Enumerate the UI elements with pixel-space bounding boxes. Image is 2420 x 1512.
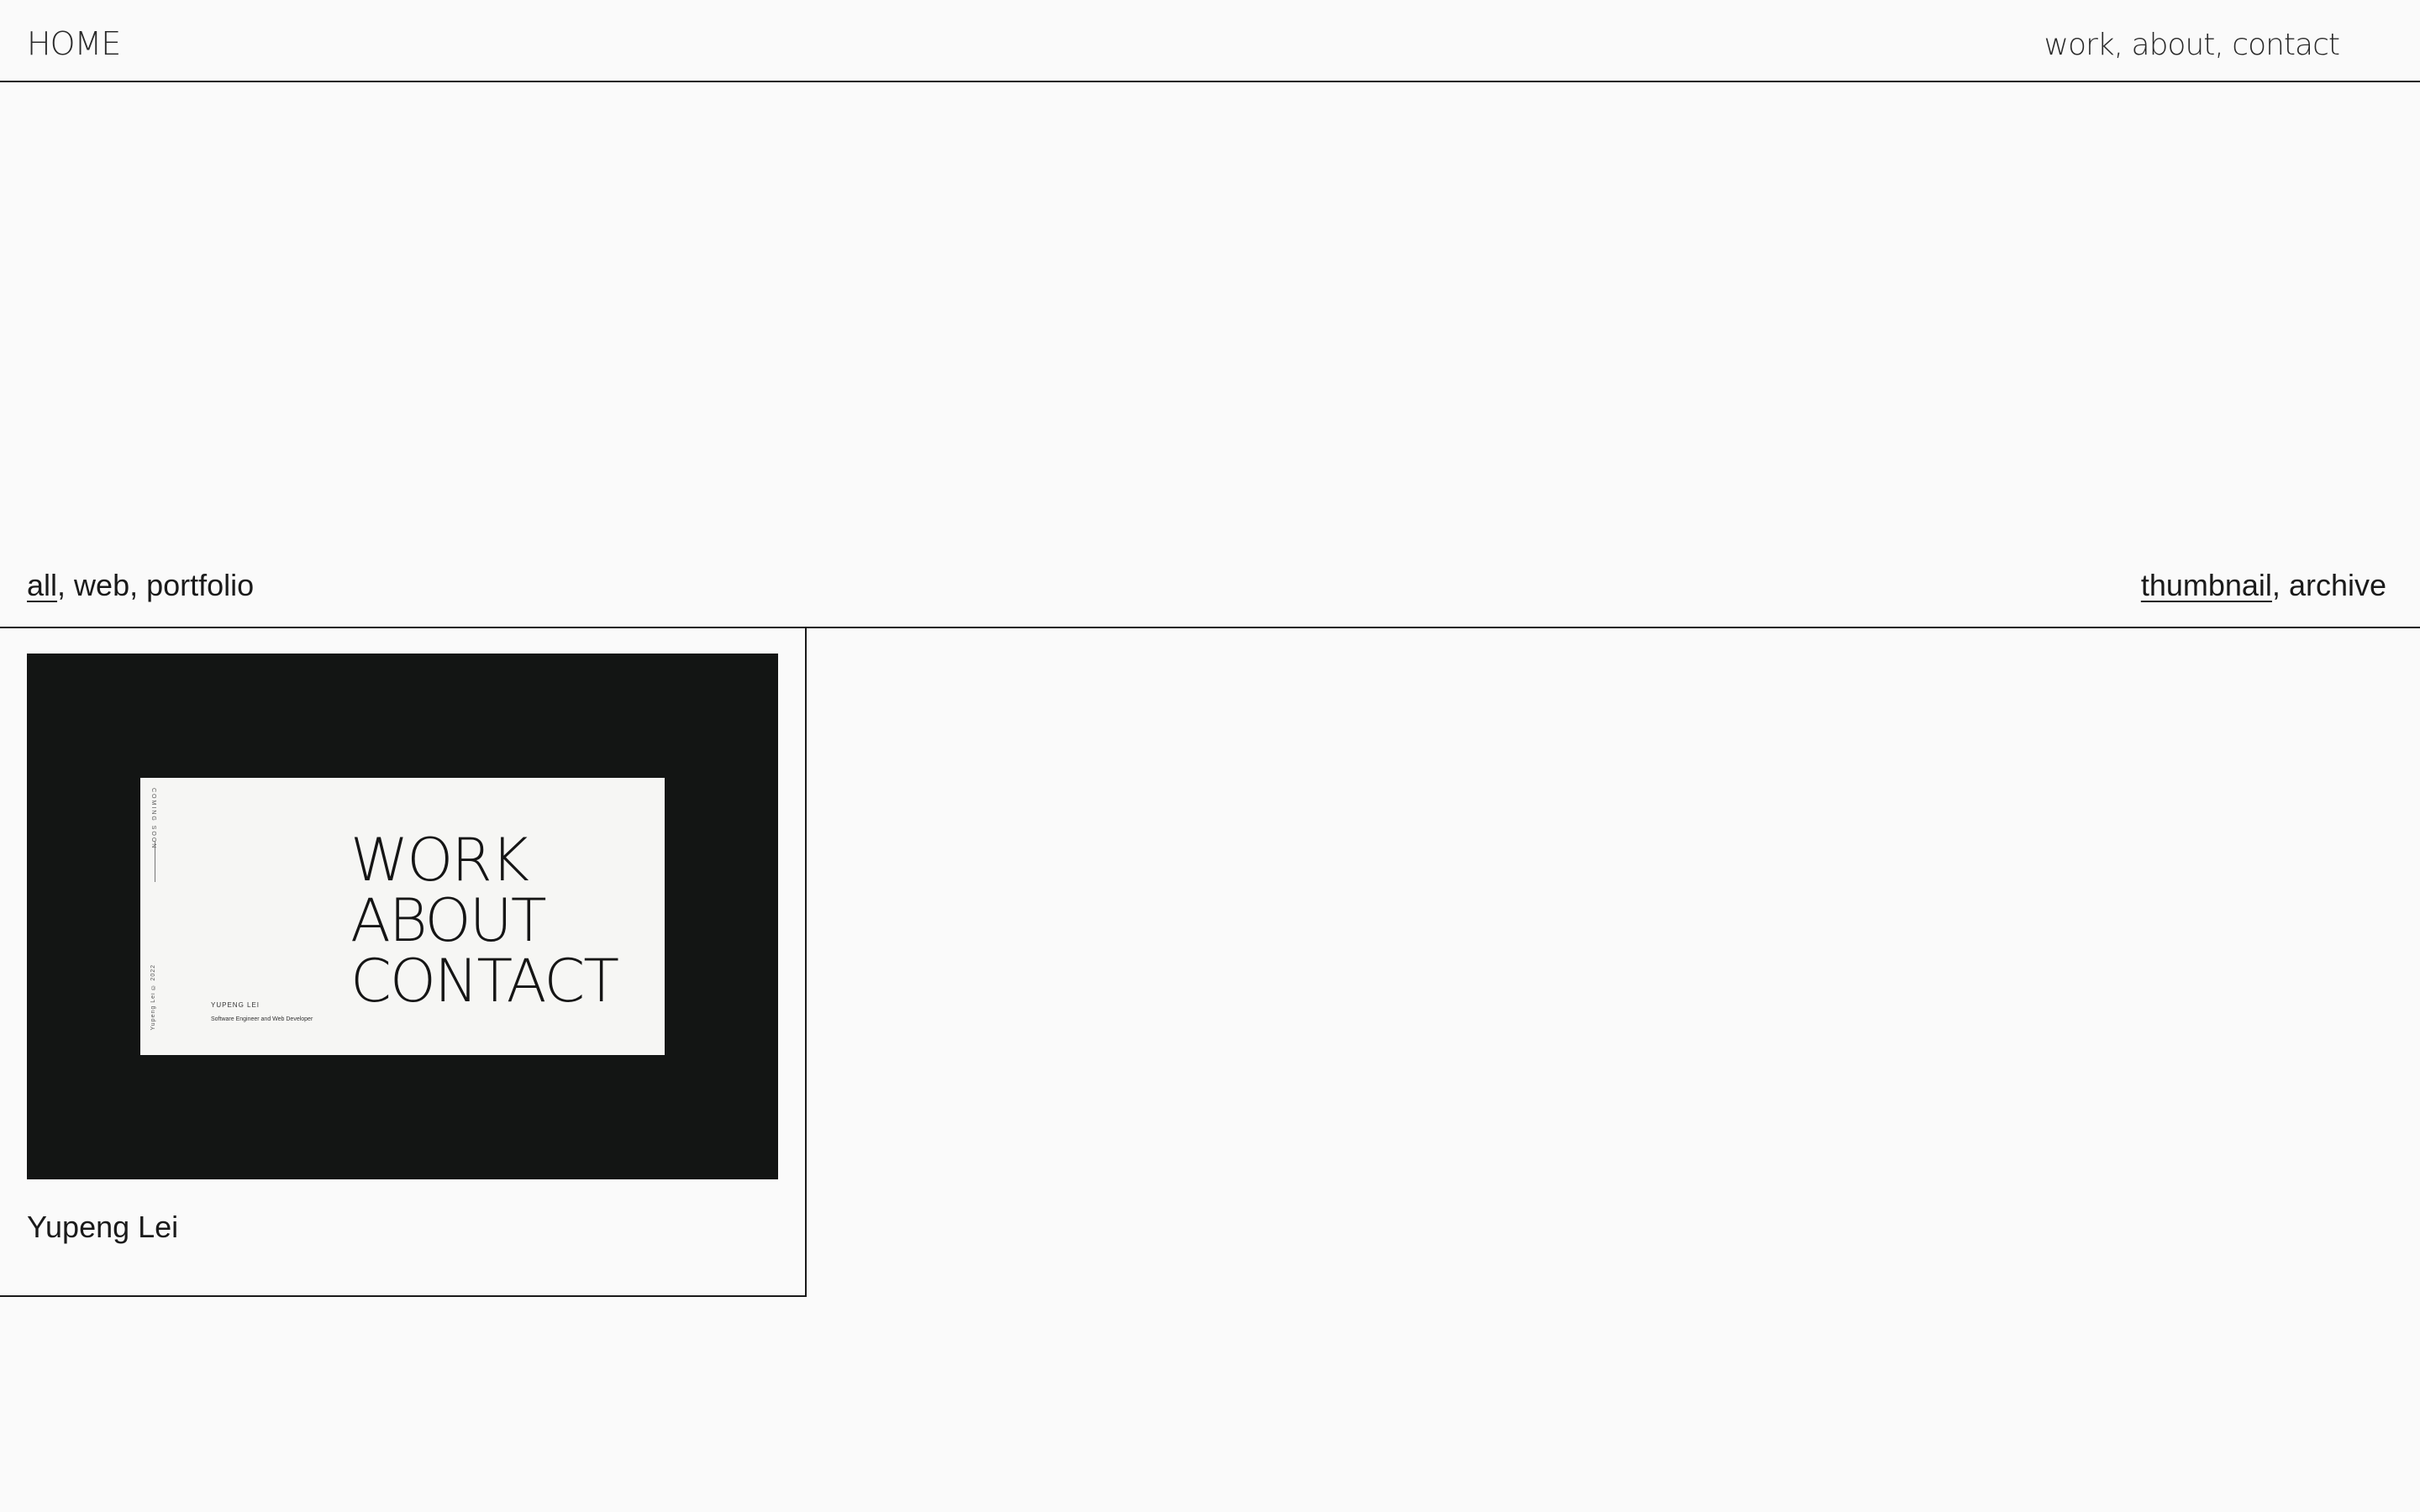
nav-contact-link[interactable]: contact [2232, 28, 2340, 62]
view-separator: , [2271, 568, 2289, 602]
thumbnail-vertical-label: COMING SOON [150, 788, 156, 850]
filter-bar: all, web, portfolio thumbnail, archive [0, 554, 2420, 628]
home-link[interactable]: HOME [27, 22, 121, 66]
main-nav: work, about, contact [2044, 24, 2340, 67]
nav-separator: , [2214, 28, 2233, 62]
thumbnail-name: YUPENG LEI [211, 1001, 260, 1009]
nav-work-link[interactable]: work [2044, 28, 2115, 62]
project-card[interactable]: COMING SOON Yupeng Lei © 2022 WORK ABOUT… [0, 628, 807, 1297]
category-filter: all, web, portfolio [27, 564, 254, 606]
nav-separator: , [2113, 28, 2132, 62]
project-title[interactable]: Yupeng Lei [27, 1206, 178, 1248]
thumbnail-copyright: Yupeng Lei © 2022 [150, 963, 156, 1031]
thumbnail-menu-work: WORK [350, 826, 529, 895]
site-header: HOME work, about, contact [0, 0, 2420, 82]
thumbnail-menu: WORK ABOUT CONTACT [350, 826, 619, 1016]
thumbnail-menu-about: ABOUT [350, 886, 547, 955]
project-thumbnail[interactable]: COMING SOON Yupeng Lei © 2022 WORK ABOUT… [27, 654, 778, 1179]
thumbnail-screenshot: COMING SOON Yupeng Lei © 2022 WORK ABOUT… [140, 778, 665, 1055]
nav-about-link[interactable]: about [2132, 28, 2216, 62]
filter-separator: , [57, 568, 75, 602]
filter-separator: , [129, 568, 147, 602]
view-archive[interactable]: archive [2289, 568, 2386, 602]
view-thumbnail[interactable]: thumbnail [2141, 568, 2272, 602]
thumbnail-role: Software Engineer and Web Developer [211, 1016, 313, 1022]
filter-web[interactable]: web [74, 568, 129, 602]
view-toggle: thumbnail, archive [2141, 564, 2386, 606]
thumbnail-menu-contact: CONTACT [350, 947, 619, 1016]
filter-portfolio[interactable]: portfolio [146, 568, 254, 602]
filter-all[interactable]: all [27, 568, 57, 602]
